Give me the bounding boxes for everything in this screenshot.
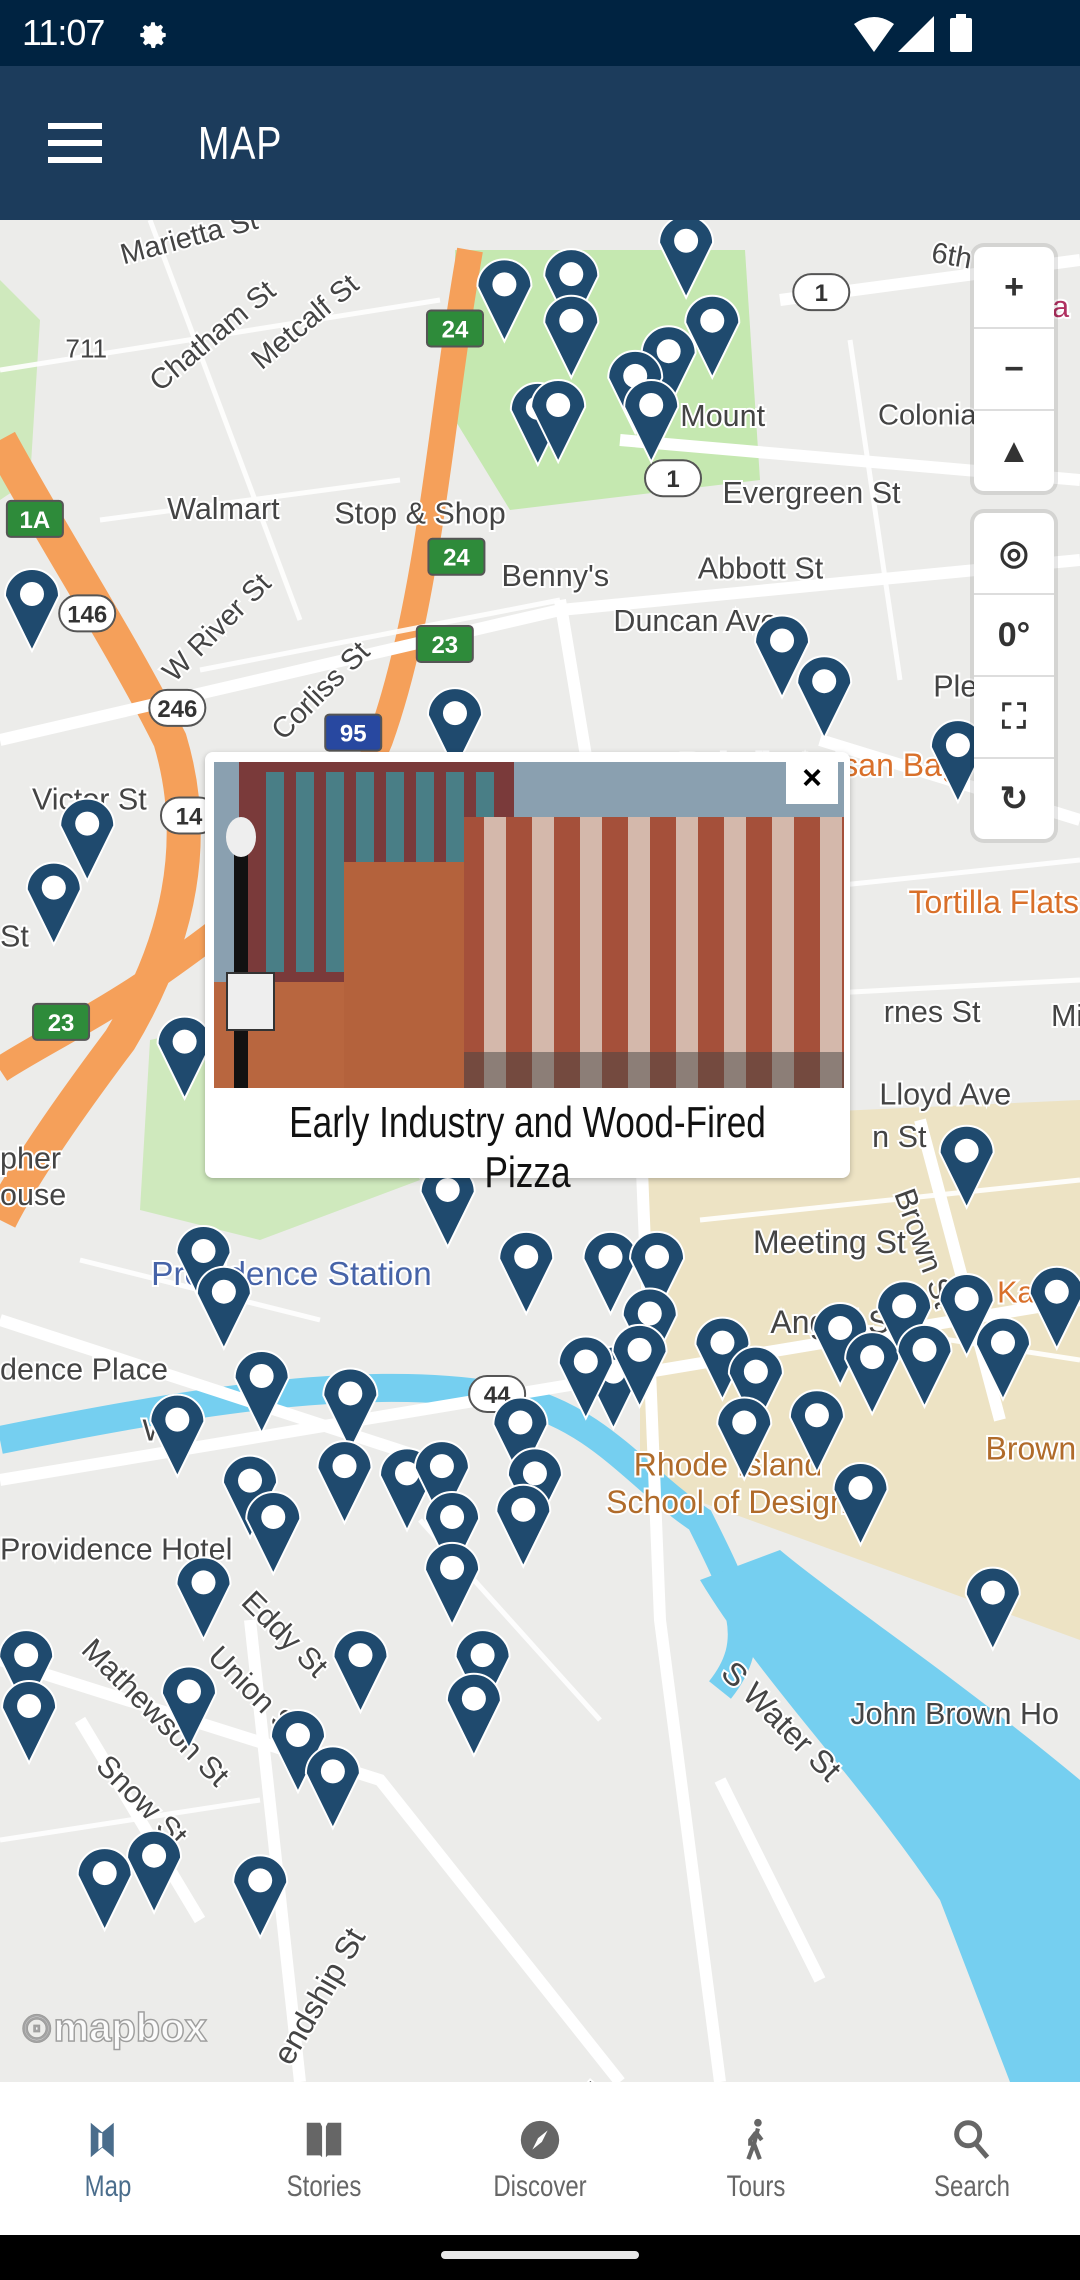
zoom-out-button[interactable]: − xyxy=(974,329,1054,411)
map-label: Abbott St xyxy=(698,552,824,586)
nav-discover[interactable]: Discover xyxy=(432,2082,648,2235)
search-icon xyxy=(954,2120,990,2159)
plus-icon: + xyxy=(1004,267,1024,306)
reset-north-button[interactable]: ▲ xyxy=(974,411,1054,491)
road-shield: 146 xyxy=(58,594,117,633)
map-label: n St xyxy=(872,1120,927,1154)
fullscreen-icon: ⛶ xyxy=(1002,697,1026,736)
map-tools-group: ◎ 0° ⛶ ↻ xyxy=(974,513,1054,839)
wifi-icon xyxy=(854,17,894,52)
road-shield: 1 xyxy=(792,273,851,312)
map-label: pher xyxy=(0,1142,61,1176)
map-label: Meeting St xyxy=(753,1224,906,1260)
map-label: Benny's xyxy=(501,559,609,593)
map-label: School of Design xyxy=(606,1484,848,1520)
walking-icon xyxy=(746,2118,764,2160)
map-label: St xyxy=(0,919,29,953)
crosshair-icon: ◎ xyxy=(999,534,1029,572)
svg-text:23: 23 xyxy=(48,1010,75,1037)
map-label: John Brown Ho xyxy=(850,1697,1059,1731)
mapbox-logo[interactable]: ⊙mapbox xyxy=(19,2005,207,2051)
map-icon xyxy=(90,2122,114,2158)
zoom-in-button[interactable]: + xyxy=(974,247,1054,329)
bottom-navigation: Map Stories Discover Tours Search xyxy=(0,2082,1080,2235)
map-label: 711 xyxy=(65,334,107,364)
fullscreen-button[interactable]: ⛶ xyxy=(974,677,1054,759)
map-label: Evergreen St xyxy=(722,476,901,510)
bearing-icon: 0° xyxy=(997,615,1031,654)
map-label: Colonial xyxy=(878,399,983,431)
battery-icon xyxy=(950,14,972,52)
map-label: Stop & Shop xyxy=(334,496,505,530)
road-shield: 23 xyxy=(32,1002,91,1041)
gear-icon xyxy=(140,22,166,49)
svg-text:1: 1 xyxy=(666,466,679,493)
road-shield: 1A xyxy=(5,499,64,538)
map-label: Mount xyxy=(680,399,765,433)
page-title: MAP xyxy=(198,117,283,169)
minus-icon: − xyxy=(1004,349,1024,388)
svg-text:24: 24 xyxy=(443,545,470,572)
popup-title[interactable]: Early Industry and Wood-Fired Pizza xyxy=(270,1098,786,1198)
map-label: Brown Un xyxy=(986,1430,1080,1466)
svg-text:14: 14 xyxy=(176,803,203,830)
status-bar: 11:07 xyxy=(0,0,1080,66)
app-bar: MAP xyxy=(0,66,1080,220)
map-label: rnes St xyxy=(884,995,981,1029)
road-shield: 246 xyxy=(148,688,207,727)
svg-text:1A: 1A xyxy=(20,507,51,534)
road-shield: 1 xyxy=(644,459,703,498)
map-label: Duncan Ave xyxy=(613,604,777,638)
svg-text:24: 24 xyxy=(442,317,469,344)
map-label: Rhode Island xyxy=(634,1446,822,1482)
close-popup-button[interactable]: × xyxy=(786,752,838,804)
map-label: ouse xyxy=(0,1178,66,1212)
nav-search[interactable]: Search xyxy=(864,2082,1080,2235)
svg-text:246: 246 xyxy=(157,696,197,723)
locate-button[interactable]: ◎ xyxy=(974,513,1054,595)
compass-arrow-icon: ▲ xyxy=(997,431,1031,470)
map-label: Walmart xyxy=(167,492,280,526)
bearing-button[interactable]: 0° xyxy=(974,595,1054,677)
book-icon xyxy=(306,2122,342,2158)
story-popup[interactable]: × Early Industry and Wood-Fired Pizza xyxy=(205,752,850,1197)
signal-icon xyxy=(898,16,934,52)
svg-text:23: 23 xyxy=(431,632,458,659)
home-gesture-handle[interactable] xyxy=(441,2251,639,2259)
nav-tours[interactable]: Tours xyxy=(648,2082,864,2235)
road-shield: 95 xyxy=(324,713,383,752)
road-shield: 24 xyxy=(427,537,486,576)
map-label: Mi xyxy=(1051,999,1080,1033)
hamburger-menu-icon[interactable] xyxy=(48,123,102,163)
status-time: 11:07 xyxy=(22,12,105,53)
compass-icon xyxy=(520,2120,560,2160)
system-navigation-bar xyxy=(0,2235,1080,2280)
svg-text:146: 146 xyxy=(67,601,107,628)
svg-text:95: 95 xyxy=(340,721,367,748)
refresh-button[interactable]: ↻ xyxy=(974,759,1054,839)
zoom-control-group: + − ▲ xyxy=(974,247,1054,491)
nav-map[interactable]: Map xyxy=(0,2082,216,2235)
road-shield: 24 xyxy=(425,309,484,348)
map-label: dence Place xyxy=(0,1352,168,1386)
nav-stories[interactable]: Stories xyxy=(216,2082,432,2235)
svg-text:1: 1 xyxy=(815,280,828,307)
map-label: Tortilla Flats xyxy=(909,884,1080,920)
road-shield: 23 xyxy=(415,624,474,663)
story-photo[interactable] xyxy=(214,762,844,1088)
map-label: Lloyd Ave xyxy=(879,1078,1011,1112)
refresh-icon: ↻ xyxy=(999,780,1029,818)
